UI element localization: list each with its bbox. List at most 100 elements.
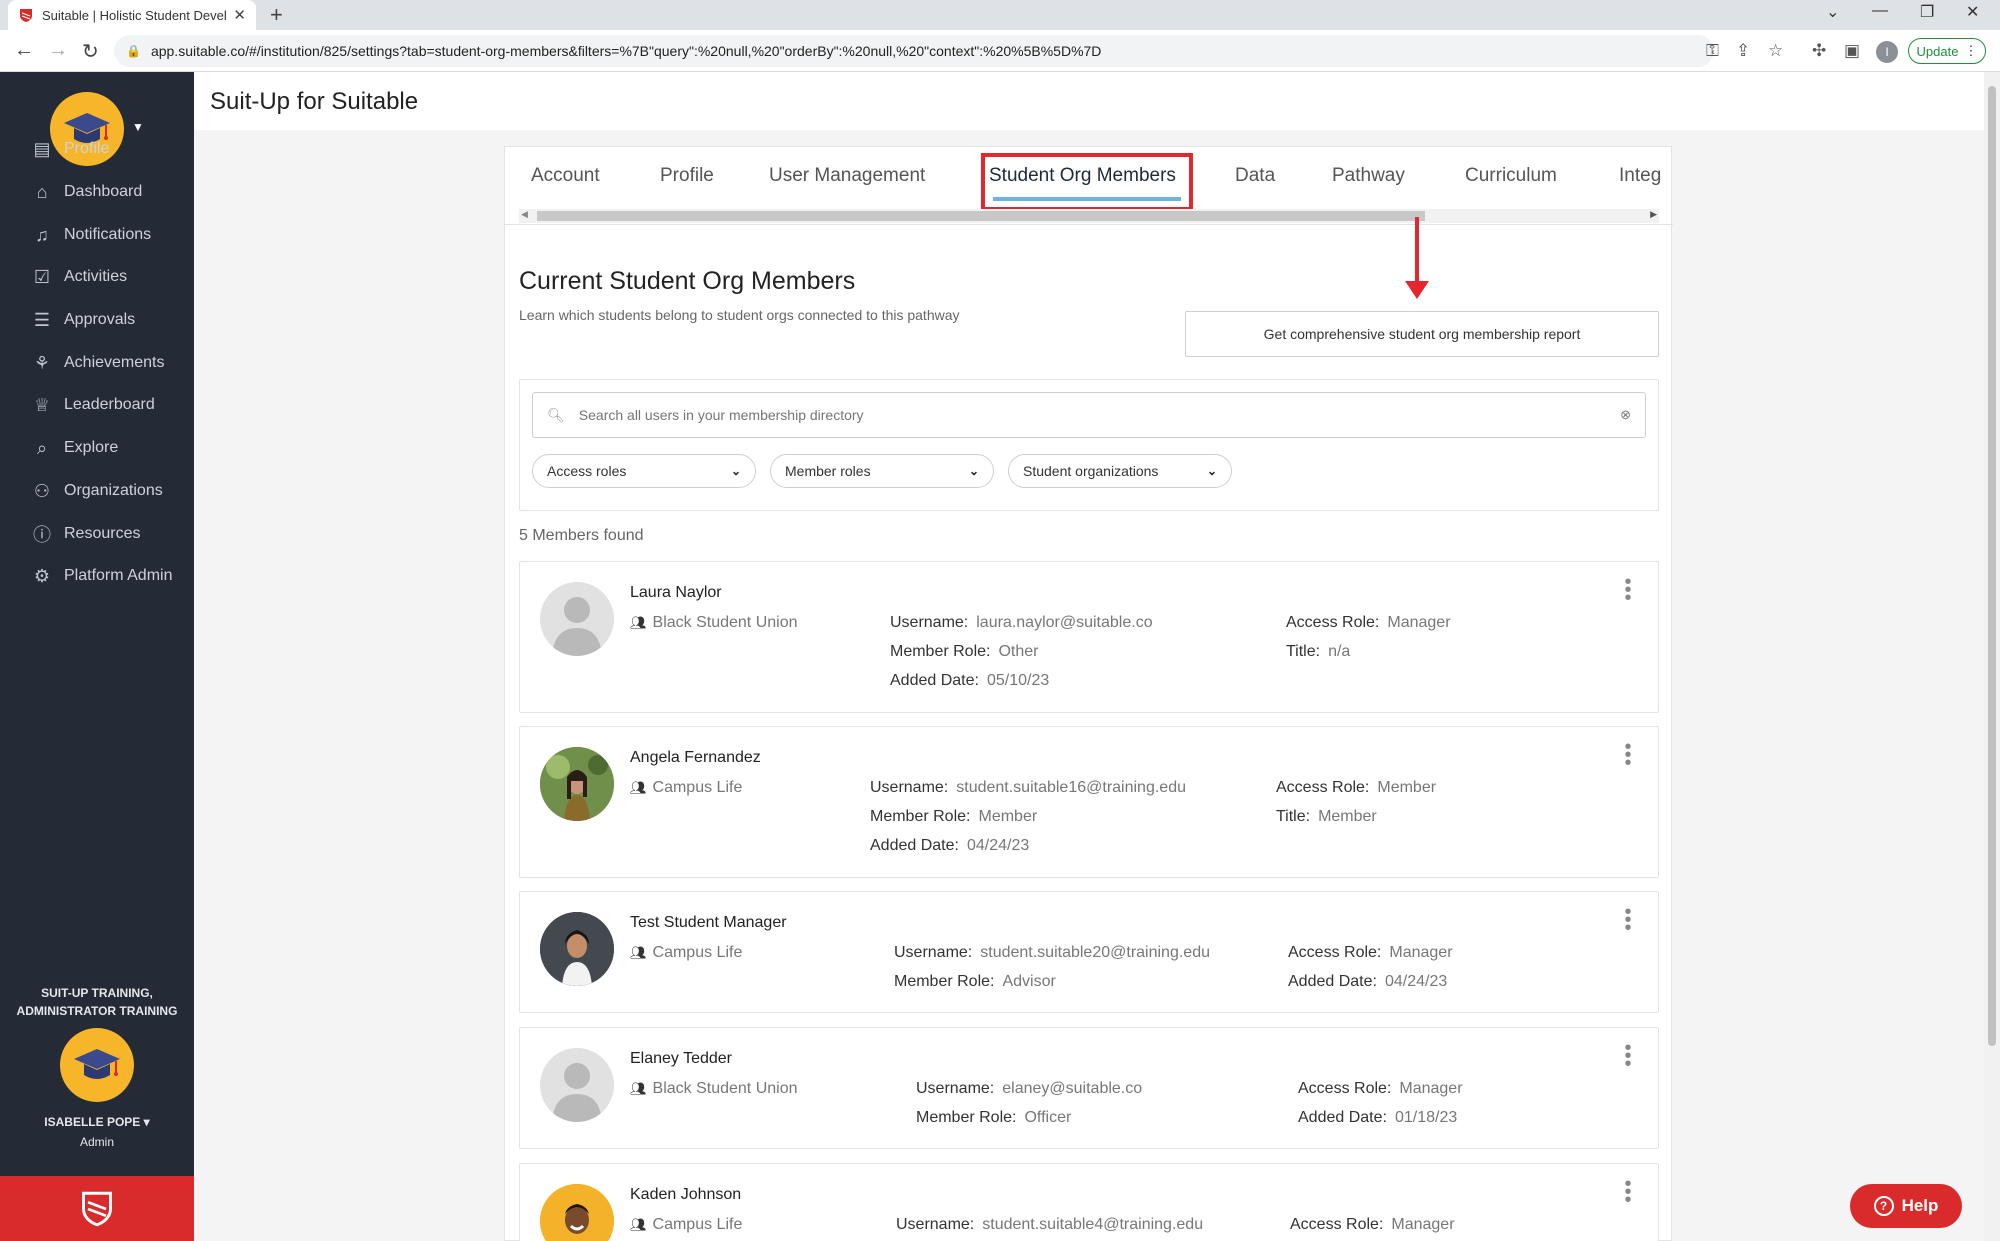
sidebar-item-notifications[interactable]: ♫ Notifications bbox=[30, 221, 151, 249]
more-options-icon[interactable]: • • • bbox=[1624, 902, 1632, 938]
browser-tabbar: Suitable | Holistic Student Develo ✕ + ⌄… bbox=[0, 0, 2000, 30]
member-org-name: Campus Life bbox=[652, 944, 743, 961]
field-label: Username: bbox=[894, 944, 973, 961]
search-input[interactable] bbox=[578, 407, 1621, 423]
member-name[interactable]: Angela Fernandez bbox=[630, 749, 761, 767]
username-field: Username: student.suitable4@training.edu bbox=[896, 1216, 1203, 1234]
more-options-icon[interactable]: • • • bbox=[1624, 1174, 1632, 1210]
member-photo-icon bbox=[540, 747, 614, 821]
user-menu[interactable]: ISABELLE POPE ▾ bbox=[0, 1115, 194, 1129]
forward-icon[interactable]: → bbox=[48, 39, 68, 62]
bookmark-star-icon[interactable]: ☆ bbox=[1768, 41, 1783, 61]
membership-report-button[interactable]: Get comprehensive student org membership… bbox=[1185, 311, 1659, 357]
sidebar-item-organizations[interactable]: ⚇ Organizations bbox=[30, 477, 163, 505]
window-close-icon[interactable]: ✕ bbox=[1966, 2, 1979, 22]
scrollbar-thumb[interactable] bbox=[1988, 86, 1996, 1046]
field-label: Username: bbox=[890, 614, 969, 631]
list-icon: ☰ bbox=[33, 309, 51, 330]
key-icon[interactable]: ⚿ bbox=[1706, 41, 1719, 61]
sidebar-item-leaderboard[interactable]: ♕ Leaderboard bbox=[30, 391, 155, 419]
sidebar-item-profile[interactable]: ▤ Profile bbox=[30, 135, 109, 163]
user-name: ISABELLE POPE bbox=[44, 1115, 141, 1129]
avatar bbox=[540, 582, 614, 656]
member-card: Kaden Johnson 👥︎ Campus Life Username: stu… bbox=[519, 1163, 1659, 1241]
member-photo-icon bbox=[540, 912, 614, 986]
minimize-icon[interactable]: — bbox=[1872, 2, 1888, 20]
logo-caret-icon[interactable]: ▼ bbox=[132, 120, 144, 134]
sidebar-item-resources[interactable]: ⓘ Resources bbox=[30, 520, 140, 548]
tab-data[interactable]: Data bbox=[1235, 165, 1275, 187]
institution-name-line1: SUIT-UP TRAINING, bbox=[41, 986, 153, 1000]
annotation-arrow-head bbox=[1405, 281, 1429, 299]
sidebar-item-explore[interactable]: ⌕ Explore bbox=[30, 434, 118, 462]
annotation-arrow bbox=[1415, 217, 1419, 285]
member-role-field: Member Role: Advisor bbox=[894, 973, 1056, 991]
tab-account[interactable]: Account bbox=[531, 165, 600, 187]
scroll-right-icon[interactable]: ▶ bbox=[1650, 209, 1657, 220]
member-card: Laura Naylor 👥︎ Black Student Union Usern… bbox=[519, 561, 1659, 713]
search-icon: 🔍︎ bbox=[547, 406, 565, 423]
section-description: Learn which students belong to student o… bbox=[519, 307, 960, 323]
new-tab-icon[interactable]: + bbox=[270, 2, 283, 28]
address-bar[interactable]: 🔒 app.suitable.co/#/institution/825/sett… bbox=[114, 35, 1714, 67]
more-options-icon[interactable]: • • • bbox=[1624, 737, 1632, 773]
section-title: Current Student Org Members bbox=[519, 267, 856, 295]
field-label: Member Role: bbox=[894, 973, 995, 990]
tabs-scrollbar-thumb[interactable] bbox=[537, 211, 1425, 221]
member-org: 👥︎ Black Student Union bbox=[630, 614, 798, 632]
extensions-icon[interactable]: ✣ bbox=[1812, 41, 1826, 61]
field-value: Manager bbox=[1399, 1080, 1463, 1097]
more-options-icon[interactable]: • • • bbox=[1624, 1038, 1632, 1074]
member-name[interactable]: Test Student Manager bbox=[630, 914, 787, 932]
sidebar-item-dashboard[interactable]: ⌂ Dashboard bbox=[30, 178, 143, 206]
clear-search-icon[interactable]: ⊗ bbox=[1620, 407, 1631, 423]
username-field: Username: elaney@suitable.co bbox=[916, 1080, 1142, 1098]
browser-tab[interactable]: Suitable | Holistic Student Develo ✕ bbox=[8, 0, 256, 30]
access-role-field: Access Role: Manager bbox=[1290, 1216, 1455, 1234]
tab-curriculum[interactable]: Curriculum bbox=[1465, 165, 1557, 187]
people-icon: 👥︎ bbox=[630, 1217, 647, 1232]
access-roles-dropdown[interactable]: Access roles ⌄ bbox=[532, 454, 756, 488]
sidebar-item-approvals[interactable]: ☰ Approvals bbox=[30, 306, 135, 334]
member-name[interactable]: Kaden Johnson bbox=[630, 1186, 741, 1204]
sidebar-item-label: Achievements bbox=[64, 354, 165, 371]
page-title: Suit-Up for Suitable bbox=[210, 88, 419, 115]
tab-pathway[interactable]: Pathway bbox=[1332, 165, 1405, 187]
tab-integrations[interactable]: Integ bbox=[1619, 165, 1671, 187]
scroll-left-icon[interactable]: ◀ bbox=[521, 209, 528, 220]
tab-student-org-members[interactable]: Student Org Members bbox=[989, 165, 1176, 187]
avatar bbox=[540, 912, 614, 986]
member-roles-dropdown[interactable]: Member roles ⌄ bbox=[770, 454, 994, 488]
field-label: Added Date: bbox=[890, 672, 979, 689]
access-role-field: Access Role: Manager bbox=[1288, 944, 1453, 962]
tab-profile[interactable]: Profile bbox=[660, 165, 714, 187]
reload-icon[interactable]: ↻ bbox=[82, 39, 99, 64]
browser-profile-avatar[interactable]: I bbox=[1876, 41, 1898, 63]
member-name[interactable]: Elaney Tedder bbox=[630, 1050, 732, 1068]
more-options-icon[interactable]: • • • bbox=[1624, 572, 1632, 608]
help-button[interactable]: ? Help bbox=[1850, 1184, 1962, 1228]
member-name[interactable]: Laura Naylor bbox=[630, 584, 722, 602]
field-value: laura.naylor@suitable.co bbox=[976, 614, 1153, 631]
student-organizations-dropdown[interactable]: Student organizations ⌄ bbox=[1008, 454, 1232, 488]
sidebar-item-activities[interactable]: ☑ Activities bbox=[30, 263, 127, 291]
restore-icon[interactable]: ❐ bbox=[1920, 2, 1934, 22]
tab-user-management[interactable]: User Management bbox=[769, 165, 925, 187]
dropdown-label: Student organizations bbox=[1023, 463, 1159, 479]
update-button[interactable]: Update ⋮ bbox=[1908, 38, 1986, 64]
sidebar-item-achievements[interactable]: ⚘ Achievements bbox=[30, 349, 165, 377]
tabs-scrollbar[interactable]: ◀ ▶ bbox=[519, 209, 1659, 223]
page-scrollbar[interactable] bbox=[1984, 72, 2000, 1241]
sidebar-item-platform-admin[interactable]: ⚙ Platform Admin bbox=[30, 562, 173, 590]
back-icon[interactable]: ← bbox=[14, 39, 34, 62]
username-field: Username: student.suitable16@training.edu bbox=[870, 779, 1186, 797]
user-avatar[interactable] bbox=[60, 1028, 134, 1102]
chevron-down-icon: ⌄ bbox=[1206, 464, 1217, 478]
tab-search-icon[interactable]: ⌄ bbox=[1826, 2, 1839, 22]
share-icon[interactable]: ⇪ bbox=[1736, 41, 1750, 61]
side-panel-icon[interactable]: ▣ bbox=[1844, 41, 1860, 61]
close-tab-icon[interactable]: ✕ bbox=[233, 6, 246, 24]
added-date-field: Added Date: 01/18/23 bbox=[1298, 1109, 1457, 1127]
search-box[interactable]: 🔍︎ ⊗ bbox=[532, 392, 1646, 438]
sidebar: ▼ ▤ Profile ⌂ Dashboard ♫ Notifications ☑ Ac… bbox=[0, 72, 194, 1241]
